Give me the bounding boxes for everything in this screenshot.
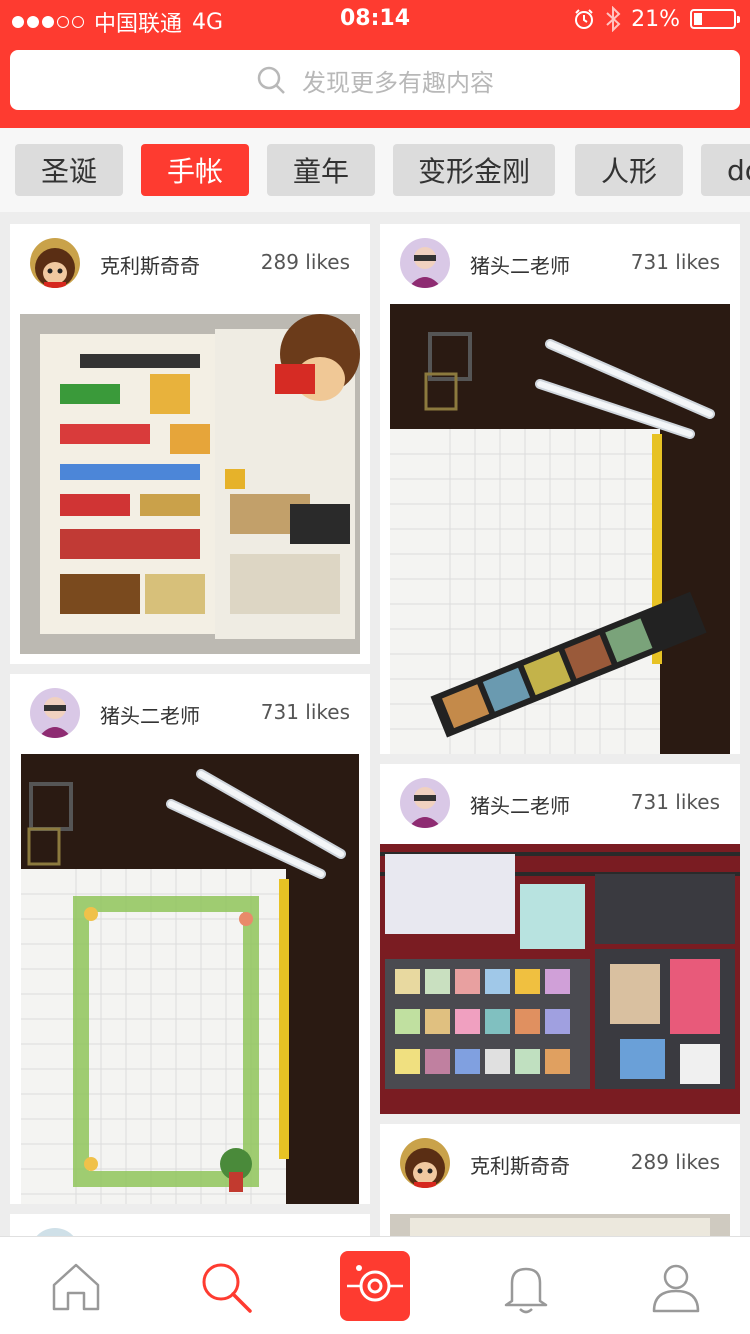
post-card[interactable]: 猪头二老师 731 likes (10, 674, 370, 1204)
likes-count: 731 likes (630, 250, 720, 274)
battery-percent: 21% (631, 6, 680, 32)
post-card[interactable] (10, 1214, 370, 1236)
post-card[interactable]: 克利斯奇奇 289 likes (380, 1124, 740, 1236)
category-tabs: 圣诞 手帐 童年 变形金刚 人形 do (0, 128, 750, 212)
tab-childhood[interactable]: 童年 (267, 144, 375, 196)
likes-count: 731 likes (630, 790, 720, 814)
profile-icon (652, 1264, 700, 1313)
tabbar-camera[interactable] (340, 1251, 410, 1321)
username[interactable]: 克利斯奇奇 (470, 1150, 570, 1179)
likes-count: 289 likes (260, 250, 350, 274)
tabbar-notifications[interactable] (496, 1257, 556, 1317)
tabbar-profile[interactable] (646, 1257, 706, 1317)
post-image[interactable] (390, 1214, 730, 1236)
avatar[interactable] (400, 238, 450, 288)
post-image[interactable] (20, 314, 360, 654)
post-image[interactable] (21, 754, 359, 1204)
avatar[interactable] (30, 1228, 80, 1236)
bluetooth-icon (606, 6, 621, 32)
avatar[interactable] (30, 688, 80, 738)
tab-christmas[interactable]: 圣诞 (15, 144, 123, 196)
post-card[interactable]: 克利斯奇奇 289 likes (10, 224, 370, 664)
tab-journal[interactable]: 手帐 (141, 144, 249, 196)
avatar[interactable] (400, 778, 450, 828)
avatar[interactable] (400, 1138, 450, 1188)
likes-count: 731 likes (260, 700, 350, 724)
tab-transformers[interactable]: 变形金刚 (393, 144, 555, 196)
alarm-icon (575, 9, 594, 29)
search-icon (257, 66, 285, 94)
tabbar-home[interactable] (46, 1257, 106, 1317)
search-icon (202, 1263, 252, 1313)
home-icon (52, 1263, 100, 1311)
tabbar-search[interactable] (196, 1257, 256, 1317)
bottom-tab-bar (0, 1236, 750, 1334)
likes-count: 289 likes (630, 1150, 720, 1174)
header: 中国联通 4G 08:14 21% 发现更多有趣内容 (0, 0, 750, 128)
post-card[interactable]: 猪头二老师 731 likes (380, 224, 740, 754)
post-image[interactable] (390, 304, 730, 754)
username[interactable]: 猪头二老师 (100, 700, 200, 729)
post-card[interactable]: 猪头二老师 731 likes (380, 764, 740, 1114)
battery-icon (690, 9, 740, 29)
username[interactable]: 猪头二老师 (470, 790, 570, 819)
status-bar: 中国联通 4G 08:14 21% (0, 0, 750, 40)
search-placeholder: 发现更多有趣内容 (302, 68, 494, 97)
tab-more[interactable]: do (701, 144, 750, 196)
search-bar[interactable]: 发现更多有趣内容 (10, 50, 740, 110)
post-image[interactable] (380, 844, 740, 1114)
avatar[interactable] (30, 238, 80, 288)
tab-figures[interactable]: 人形 (575, 144, 683, 196)
username[interactable]: 猪头二老师 (470, 250, 570, 279)
camera-icon (347, 1265, 403, 1302)
username[interactable]: 克利斯奇奇 (100, 250, 200, 279)
bell-icon (504, 1267, 548, 1314)
